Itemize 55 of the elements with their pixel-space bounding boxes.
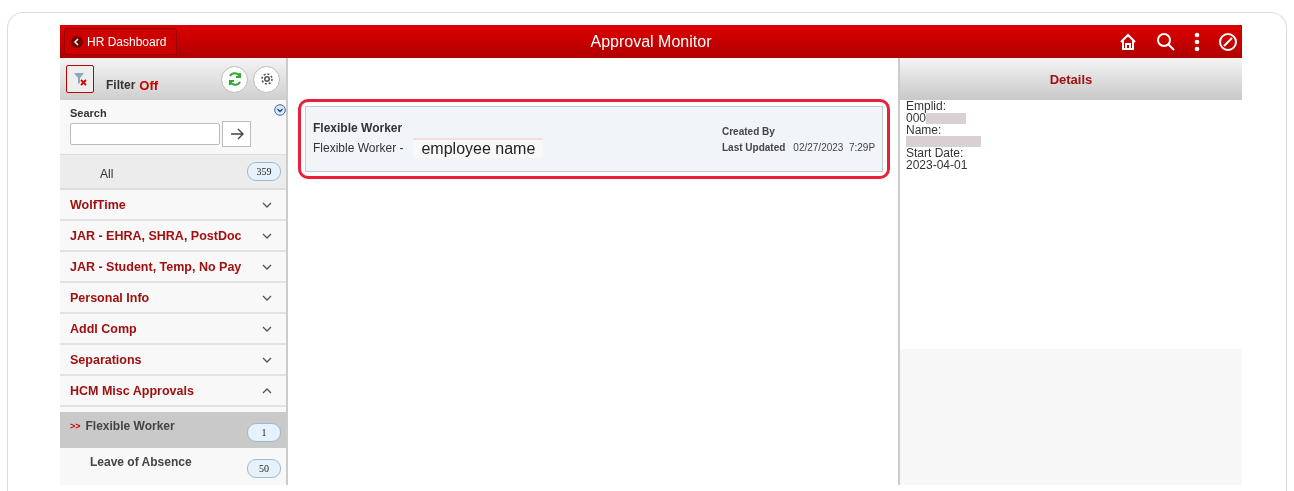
last-updated-label: Last Updated xyxy=(722,141,786,153)
created-by-label: Created By xyxy=(722,125,776,137)
category-label: WolfTime xyxy=(70,197,126,212)
detail-value: 2023-04-01 xyxy=(906,159,968,171)
refresh-icon xyxy=(226,71,243,87)
search-label: Search xyxy=(70,107,107,119)
filter-state: Off xyxy=(139,77,159,93)
category-label: Separations xyxy=(70,352,142,367)
chevron-down-icon xyxy=(262,201,272,208)
card-title: Flexible Worker xyxy=(313,120,404,135)
more-icon[interactable] xyxy=(1194,31,1200,52)
search-go-button[interactable] xyxy=(222,121,251,147)
settings-icon xyxy=(259,72,274,86)
back-button[interactable]: HR Dashboard xyxy=(64,28,178,55)
detail-label: Name: xyxy=(906,124,943,136)
search-field[interactable] xyxy=(70,123,220,145)
subcategory-label: Flexible Worker xyxy=(85,419,175,433)
chevron-up-icon xyxy=(262,387,272,394)
approval-card[interactable]: Flexible Worker Flexible Worker - employee name Created By Last Updated 02/27/2023 7:29P xyxy=(305,106,883,172)
count-badge: 50 xyxy=(247,459,281,478)
arrow-right-icon xyxy=(229,128,244,140)
home-icon[interactable] xyxy=(1118,31,1138,52)
subcategory-item[interactable]: >> Flexible Worker 1 xyxy=(60,412,286,448)
chevron-down-icon xyxy=(262,356,272,363)
card-subtitle: Flexible Worker - xyxy=(313,140,404,155)
detail-label: Start Date: xyxy=(906,147,965,159)
chevron-down-icon xyxy=(262,263,272,270)
category-label: JAR - EHRA, SHRA, PostDoc xyxy=(70,228,242,243)
chevron-down-icon xyxy=(262,294,272,301)
details-title: Details xyxy=(1049,71,1093,87)
refresh-button[interactable] xyxy=(221,65,248,93)
category-label: Personal Info xyxy=(70,290,150,305)
all-label: All xyxy=(100,166,114,181)
filter-label: Filter xyxy=(106,78,136,92)
detail-value: 000 xyxy=(906,112,927,124)
last-updated-value: 02/27/2023 7:29P xyxy=(793,141,876,153)
filter-button[interactable] xyxy=(66,65,94,93)
count-badge: 359 xyxy=(247,162,281,181)
back-icon xyxy=(71,35,83,48)
category-label: Addl Comp xyxy=(70,321,137,336)
detail-label: Emplid: xyxy=(906,100,947,112)
category-label: JAR - Student, Temp, No Pay xyxy=(70,259,242,274)
category-label: HCM Misc Approvals xyxy=(70,383,194,398)
dropdown-icon[interactable] xyxy=(274,104,286,116)
page-title: Approval Monitor xyxy=(590,32,712,51)
chevron-down-icon xyxy=(262,232,272,239)
settings-button[interactable] xyxy=(253,65,280,93)
selected-marker: >> xyxy=(70,421,81,431)
subcategory-label: Leave of Absence xyxy=(90,455,192,469)
filter-clear-icon xyxy=(73,72,87,86)
search-icon[interactable] xyxy=(1156,31,1176,52)
count-badge: 1 xyxy=(247,423,281,442)
all-row[interactable]: All 359 xyxy=(60,155,286,190)
chevron-down-icon xyxy=(262,325,272,332)
employee-name-note: employee name xyxy=(413,137,544,158)
